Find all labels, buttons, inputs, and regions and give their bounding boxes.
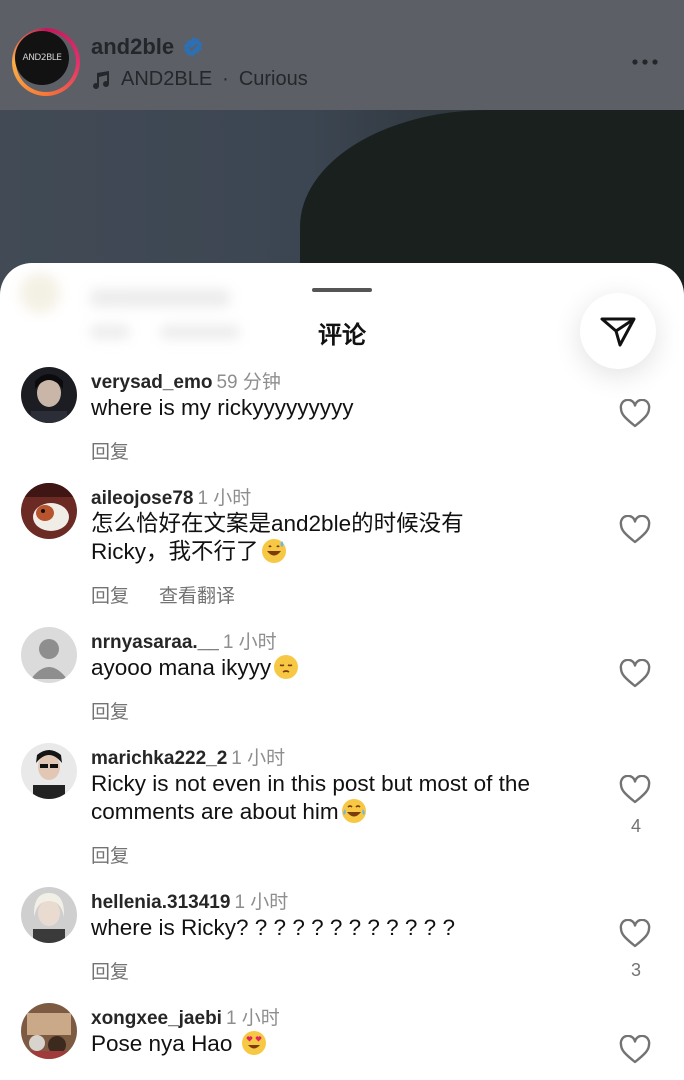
comment-username[interactable]: nrnyasaraa.__ bbox=[91, 632, 219, 653]
audio-info[interactable]: AND2BLE · Curious bbox=[91, 68, 308, 91]
share-button[interactable] bbox=[580, 293, 656, 369]
comment-text: Pose nya Hao bbox=[91, 1030, 561, 1058]
reply-button[interactable]: 回复 bbox=[91, 581, 129, 608]
like-heart-icon[interactable] bbox=[619, 775, 651, 805]
comments-sheet: 评论 verysad_emo 59 分钟 where is my rickyyyy… bbox=[0, 263, 684, 1080]
comment-username[interactable]: aileojose78 bbox=[91, 488, 193, 509]
avatar[interactable] bbox=[21, 743, 77, 799]
heart-eyes-emoji-icon bbox=[241, 1031, 266, 1055]
like-heart-icon[interactable] bbox=[619, 399, 651, 429]
pensive-emoji-icon bbox=[274, 655, 299, 679]
audio-track: Curious bbox=[238, 68, 308, 90]
comment-username[interactable]: verysad_emo bbox=[91, 372, 212, 393]
like-heart-icon[interactable] bbox=[619, 919, 651, 949]
verified-badge-icon bbox=[183, 36, 203, 58]
send-icon bbox=[600, 317, 636, 347]
comment-username[interactable]: xongxee_jaebi bbox=[91, 1008, 222, 1029]
like-count: 4 bbox=[630, 816, 641, 836]
tears-of-joy-emoji-icon bbox=[341, 799, 366, 823]
avatar[interactable] bbox=[21, 1003, 77, 1059]
comment-time: 59 分钟 bbox=[216, 372, 281, 393]
avatar[interactable] bbox=[21, 627, 77, 683]
like-heart-icon[interactable] bbox=[619, 1035, 651, 1065]
comment-username[interactable]: marichka222_2 bbox=[91, 748, 227, 769]
more-options-icon[interactable] bbox=[630, 52, 660, 72]
comment-username[interactable]: hellenia.313419 bbox=[91, 892, 230, 913]
brand-logo: AND2BLE bbox=[15, 31, 69, 85]
audio-artist: AND2BLE bbox=[121, 68, 213, 90]
post-author[interactable]: and2ble bbox=[91, 34, 204, 60]
story-ring-avatar[interactable]: AND2BLE bbox=[12, 28, 80, 96]
reply-button[interactable]: 回复 bbox=[91, 841, 129, 868]
grinning-sweat-emoji-icon bbox=[261, 539, 286, 563]
reply-button[interactable]: 回复 bbox=[91, 437, 129, 464]
comment-text: 怎么恰好在文案是and2ble的时候没有Ricky，我不行了 bbox=[91, 511, 464, 564]
comment-text: ayooo mana ikyyy bbox=[91, 654, 561, 682]
reply-button[interactable]: 回复 bbox=[91, 697, 129, 724]
like-heart-icon[interactable] bbox=[619, 659, 651, 689]
comment-time: 1 小时 bbox=[231, 748, 286, 769]
like-heart-icon[interactable] bbox=[619, 515, 651, 545]
comment-text: where is my rickyyyyyyyyy bbox=[91, 395, 354, 420]
avatar[interactable] bbox=[21, 887, 77, 943]
reply-button[interactable]: 回复 bbox=[91, 957, 129, 984]
music-note-icon bbox=[93, 70, 110, 89]
comment-time: 1 小时 bbox=[234, 892, 289, 913]
audio-separator: · bbox=[222, 68, 229, 90]
like-count: 3 bbox=[630, 960, 641, 980]
author-username[interactable]: and2ble bbox=[91, 34, 174, 60]
avatar[interactable] bbox=[21, 367, 77, 423]
comment-time: 1 小时 bbox=[197, 488, 252, 509]
see-translation-button[interactable]: 查看翻译 bbox=[159, 581, 235, 608]
comment-time: 1 小时 bbox=[225, 1008, 280, 1029]
post-header: AND2BLE and2ble AND2BLE · Curious bbox=[0, 0, 684, 110]
avatar[interactable] bbox=[21, 483, 77, 539]
comment-time: 1 小时 bbox=[222, 632, 277, 653]
comment-text: where is Ricky? ? ? ? ? ? ? ? ? ? ? ? bbox=[91, 915, 455, 940]
sheet-drag-handle[interactable] bbox=[312, 288, 372, 292]
comment-text: Ricky is not even in this post but most … bbox=[91, 771, 530, 824]
